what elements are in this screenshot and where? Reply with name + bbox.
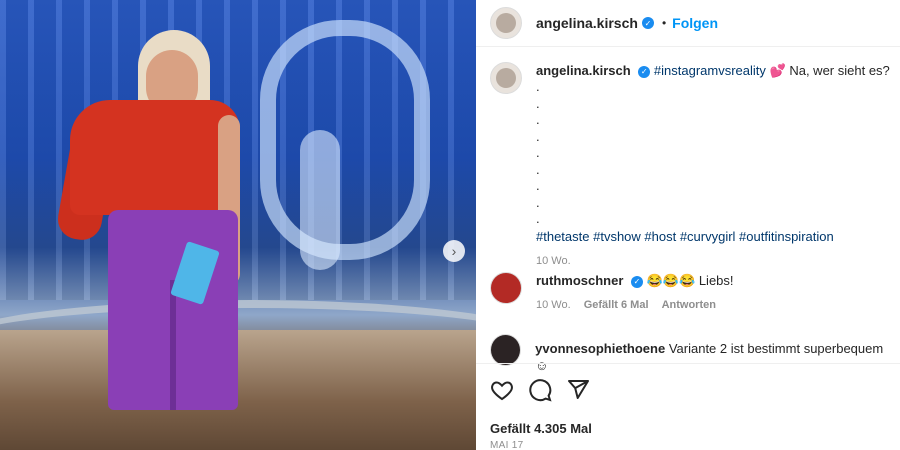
verified-badge-icon: ✓ [631, 275, 644, 288]
comment-username[interactable]: ruthmoschner [536, 273, 623, 288]
avatar[interactable] [490, 7, 522, 39]
comment-age: 10 Wo. [536, 299, 571, 311]
comment-username[interactable]: yvonnesophiethoene [535, 341, 665, 356]
person-figure [54, 30, 290, 450]
like-count[interactable]: Gefällt 4.305 Mal [490, 421, 886, 436]
post-caption: angelina.kirsch ✓ #instagramvsreality 💕 … [490, 62, 890, 270]
stage-light-bar [300, 130, 340, 270]
heart-icon[interactable] [490, 378, 514, 407]
caption-dots: . . . . . . . . . [536, 79, 540, 226]
comment-item: ruthmoschner ✓ 😂😂😂 Liebs! 10 Wo. Gefällt… [490, 272, 890, 314]
avatar[interactable] [490, 62, 522, 94]
comment-icon[interactable] [528, 378, 552, 407]
separator-dot: • [661, 16, 667, 30]
post-actions: Gefällt 4.305 Mal MAI 17 [476, 363, 900, 450]
comment-likes[interactable]: Gefällt 6 Mal [584, 299, 649, 311]
post-details-panel: angelina.kirsch ✓ • Folgen angelina.kirs… [476, 0, 900, 450]
chevron-right-icon[interactable]: › [443, 240, 465, 262]
hashtag-link[interactable]: #instagramvsreality [654, 63, 766, 78]
caption-username[interactable]: angelina.kirsch [536, 63, 631, 78]
comment-text: 😂😂😂 Liebs! [646, 273, 734, 288]
post-media[interactable]: › [0, 0, 476, 450]
heart-emoji: 💕 [769, 63, 786, 78]
verified-badge-icon: ✓ [638, 65, 651, 78]
caption-age: 10 Wo. [536, 254, 571, 267]
caption-text: Na, wer sieht es? [789, 63, 890, 78]
follow-button[interactable]: Folgen [672, 15, 718, 31]
verified-badge-icon: ✓ [641, 17, 654, 29]
reply-button[interactable]: Antworten [662, 299, 716, 311]
share-icon[interactable] [566, 378, 590, 407]
header-username[interactable]: angelina.kirsch [536, 15, 638, 31]
avatar[interactable] [490, 334, 522, 366]
hashtag-list[interactable]: #thetaste #tvshow #host #curvygirl #outf… [536, 228, 890, 245]
post-date[interactable]: MAI 17 [490, 440, 886, 450]
post-header: angelina.kirsch ✓ • Folgen [476, 0, 900, 47]
avatar[interactable] [490, 272, 522, 304]
